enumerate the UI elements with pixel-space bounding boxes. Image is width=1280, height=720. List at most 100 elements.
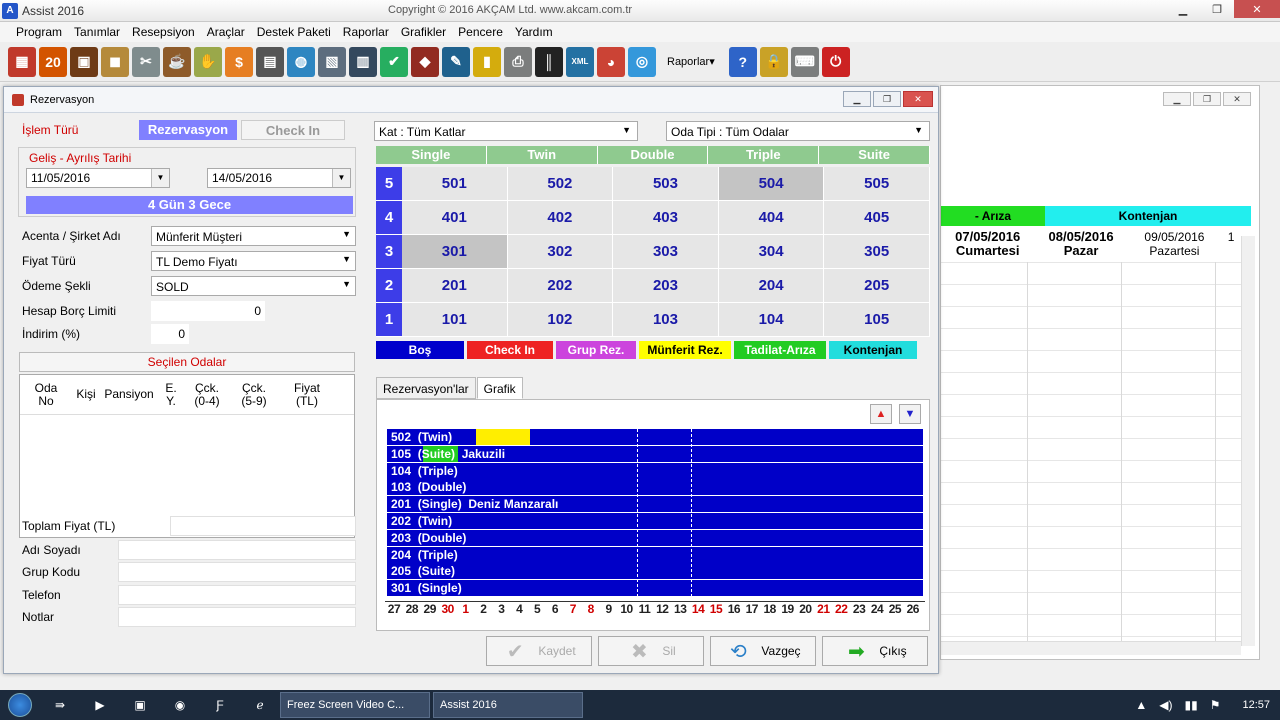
checklist-icon[interactable]: ✔ — [380, 46, 408, 77]
report-globe-icon[interactable]: ◎ — [628, 46, 656, 77]
printer-icon[interactable]: ⎙ — [504, 46, 532, 77]
maximize-icon[interactable]: ❐ — [1200, 0, 1234, 18]
menu-5[interactable]: Raporlar — [337, 22, 395, 42]
arrow-down-icon[interactable]: ▼ — [899, 404, 921, 424]
acenta-select[interactable]: Münferit Müşteri ▼ — [151, 226, 356, 246]
horizontal-scrollbar[interactable] — [941, 641, 1241, 655]
lock-icon[interactable]: 🔒 — [759, 46, 788, 77]
room-303[interactable]: 303 — [613, 235, 719, 269]
menu-7[interactable]: Pencere — [452, 22, 509, 42]
toplam-fiyat-input[interactable] — [170, 516, 356, 536]
room-304[interactable]: 304 — [718, 235, 825, 269]
close-icon[interactable]: ✕ — [1234, 0, 1280, 18]
room-101[interactable]: 101 — [402, 303, 508, 337]
gantt-row[interactable]: 204 (Triple) — [387, 546, 923, 563]
app-pinned-icon[interactable]: ▣ — [120, 692, 160, 718]
keyboard-icon[interactable]: ⌨ — [790, 46, 819, 77]
maximize-icon[interactable]: ❐ — [873, 91, 901, 107]
tab-1[interactable]: Grafik — [476, 377, 523, 399]
secilen-odalar-table[interactable]: Oda No Kişi Pansiyon E. Y. Çck. (0-4) Çck. (5… — [19, 374, 355, 538]
background-grid[interactable] — [941, 262, 1241, 642]
close-icon[interactable]: ✕ — [1223, 92, 1251, 106]
borc-limiti-input[interactable]: 0 — [151, 301, 265, 321]
room-302[interactable]: 302 — [507, 235, 614, 269]
volume-icon[interactable]: ◀) — [1159, 698, 1172, 712]
room-102[interactable]: 102 — [507, 303, 614, 337]
show-windows-icon[interactable]: ⇛ — [40, 692, 80, 718]
room-103[interactable]: 103 — [613, 303, 719, 337]
minimize-icon[interactable]: ▁ — [843, 91, 871, 107]
arrival-date-field[interactable]: 11/05/2016 ▼ — [26, 168, 170, 188]
checkin-button[interactable]: Check In — [241, 120, 345, 140]
calendar-icon[interactable]: ▦ — [8, 46, 36, 77]
xml-icon[interactable]: XML — [566, 46, 594, 77]
gantt-row[interactable]: 105 (Suite) Jakuzili — [387, 445, 923, 462]
room-504[interactable]: 504 — [718, 167, 825, 201]
menu-6[interactable]: Grafikler — [395, 22, 452, 42]
menu-4[interactable]: Destek Paketi — [251, 22, 337, 42]
pie-chart-icon[interactable]: ◕ — [597, 46, 625, 77]
calculator-icon[interactable]: ▥ — [349, 46, 377, 77]
room-502[interactable]: 502 — [507, 167, 614, 201]
oda-tipi-select[interactable]: Oda Tipi : Tüm Odalar ▼ — [666, 121, 930, 141]
room-105[interactable]: 105 — [824, 303, 930, 337]
guest-card-icon[interactable]: ▧ — [318, 46, 346, 77]
start-button[interactable] — [0, 690, 40, 720]
menu-1[interactable]: Tanımlar — [68, 22, 126, 42]
room-505[interactable]: 505 — [824, 167, 930, 201]
minimize-icon[interactable]: ▁ — [1166, 0, 1200, 18]
barcode-icon[interactable]: ║ — [535, 46, 563, 77]
globe-icon[interactable]: ◍ — [287, 46, 315, 77]
calendar-day-icon[interactable]: 20 — [39, 46, 67, 77]
departure-date-field[interactable]: 14/05/2016 ▼ — [207, 168, 351, 188]
gantt-row[interactable]: 301 (Single) — [387, 580, 923, 597]
sil-button[interactable]: ✖ Sil — [598, 636, 704, 666]
rezervasyon-button[interactable]: Rezervasyon — [139, 120, 237, 140]
kaydet-button[interactable]: ✔ Kaydet — [486, 636, 592, 666]
menu-3[interactable]: Araçlar — [201, 22, 251, 42]
chevron-down-icon[interactable]: ▼ — [332, 169, 350, 187]
maximize-icon[interactable]: ❐ — [1193, 92, 1221, 106]
chevron-up-icon[interactable]: ▲ — [1135, 698, 1147, 712]
raporlar-button[interactable]: Raporlar ▾ — [659, 47, 723, 77]
room-405[interactable]: 405 — [824, 201, 930, 235]
taskbar-app-freez[interactable]: Freez Screen Video C... — [280, 692, 430, 718]
room-503[interactable]: 503 — [613, 167, 719, 201]
network-icon[interactable]: ▮▮ — [1184, 698, 1197, 712]
menu-2[interactable]: Resepsiyon — [126, 22, 201, 42]
room-204[interactable]: 204 — [718, 269, 825, 303]
room-501[interactable]: 501 — [402, 167, 508, 201]
odeme-sekli-select[interactable]: SOLD ▼ — [151, 276, 356, 296]
minimize-icon[interactable]: ▁ — [1163, 92, 1191, 106]
dollar-icon[interactable]: $ — [225, 46, 253, 77]
arrow-up-icon[interactable]: ▲ — [870, 404, 892, 424]
fiyat-turu-select[interactable]: TL Demo Fiyatı ▼ — [151, 251, 356, 271]
coffee-icon[interactable]: ☕ — [163, 46, 191, 77]
menu-8[interactable]: Yardım — [509, 22, 559, 42]
room-201[interactable]: 201 — [402, 269, 508, 303]
power-icon[interactable]: ⏻ — [821, 46, 850, 77]
gantt-row[interactable]: 203 (Double) — [387, 529, 923, 546]
media-player-icon[interactable]: ▶ — [80, 692, 120, 718]
internet-explorer-icon[interactable]: ℯ — [240, 692, 280, 718]
chevron-down-icon[interactable]: ▼ — [151, 169, 169, 187]
cikis-button[interactable]: ➡ Çıkış — [822, 636, 928, 666]
room-401[interactable]: 401 — [402, 201, 508, 235]
gantt-row[interactable]: 201 (Single) Deniz Manzaralı — [387, 496, 923, 513]
vazgec-button[interactable]: ⟲ Vazgeç — [710, 636, 816, 666]
menu-0[interactable]: Program — [10, 22, 68, 42]
telefon-input[interactable] — [118, 585, 356, 605]
room-402[interactable]: 402 — [507, 201, 614, 235]
folder-icon[interactable]: ▮ — [473, 46, 501, 77]
gantt-row[interactable]: 502 (Twin) — [387, 429, 923, 445]
room-301[interactable]: 301 — [402, 235, 508, 269]
settings-globe-icon[interactable]: ✎ — [442, 46, 470, 77]
vertical-scrollbar[interactable] — [1241, 236, 1255, 646]
book-icon[interactable]: ◆ — [411, 46, 439, 77]
gantt-row[interactable]: 103 (Double) — [387, 479, 923, 496]
room-205[interactable]: 205 — [824, 269, 930, 303]
room-203[interactable]: 203 — [613, 269, 719, 303]
filezilla-icon[interactable]: Ƒ — [200, 692, 240, 718]
help-icon[interactable]: ? — [728, 46, 757, 77]
close-icon[interactable]: ✕ — [903, 91, 933, 107]
